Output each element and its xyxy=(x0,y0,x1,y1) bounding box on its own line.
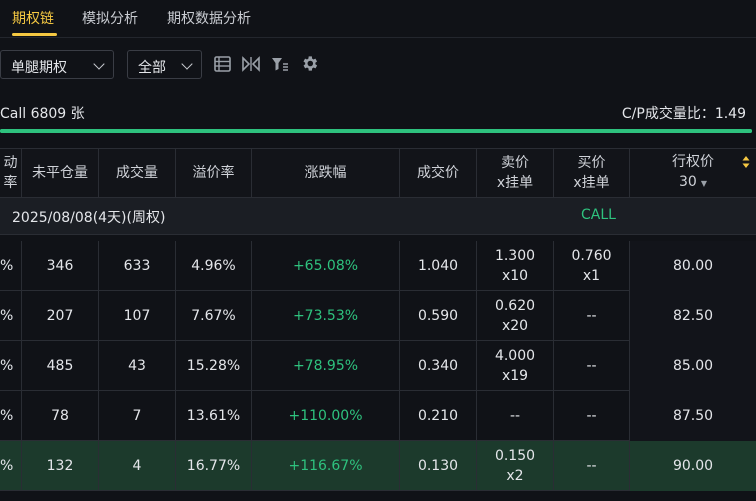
cell-change: +116.67% xyxy=(252,441,400,491)
table-row[interactable]: % 346 633 4.96% +65.08% 1.040 1.300 x10 0.760 x… xyxy=(0,241,756,291)
cell-premium: 7.67% xyxy=(176,291,252,341)
cell-volume: 633 xyxy=(99,241,176,291)
cell-bid: -- xyxy=(554,441,630,491)
tab-option-data-analysis[interactable]: 期权数据分析 xyxy=(167,8,251,28)
call-put-ratio-bar xyxy=(0,129,752,133)
cell-last-price: 0.340 xyxy=(400,341,477,391)
expiry-group-row[interactable]: 2025/08/08(4天)(周权) CALL xyxy=(0,198,756,235)
caret-down-icon: ▼ xyxy=(700,179,707,188)
cell-change: +73.53% xyxy=(252,291,400,341)
cell-premium: 15.28% xyxy=(176,341,252,391)
cell-ask: 4.000 x19 xyxy=(477,341,554,391)
cell-volume: 43 xyxy=(99,341,176,391)
cell-iv: % xyxy=(0,341,22,391)
col-header-bid[interactable]: 买价 x挂单 xyxy=(554,149,630,197)
col-header-open-interest[interactable]: 未平仓量 xyxy=(22,149,99,197)
cell-bid: -- xyxy=(554,341,630,391)
mirror-layout-icon[interactable] xyxy=(242,56,260,76)
call-ratio-fill xyxy=(0,129,752,133)
call-side-label: CALL xyxy=(581,207,616,223)
gear-icon[interactable] xyxy=(300,54,319,77)
cell-open-interest: 78 xyxy=(22,391,99,441)
table-row[interactable]: % 132 4 16.77% +116.67% 0.130 0.150 x2 -- 90.00 xyxy=(0,441,756,491)
cell-change: +110.00% xyxy=(252,391,400,441)
table-header: 动率 未平仓量 成交量 溢价率 涨跌幅 成交价 卖价 x挂单 买价 x挂单 行权… xyxy=(0,148,756,198)
active-tab-indicator xyxy=(12,33,57,36)
cell-ask: 0.620 x20 xyxy=(477,291,554,341)
cell-bid: -- xyxy=(554,291,630,341)
option-table-body: % 346 633 4.96% +65.08% 1.040 1.300 x10 0.760 x… xyxy=(0,235,756,501)
cell-iv: % xyxy=(0,291,22,341)
cell-bid: 0.760 x1 xyxy=(554,241,630,291)
cell-bid: -- xyxy=(554,391,630,441)
col-header-c0[interactable]: 动率 xyxy=(0,149,22,197)
cell-strike: 80.00 xyxy=(630,241,756,291)
cell-volume: 107 xyxy=(99,291,176,341)
col-header-change[interactable]: 涨跌幅 xyxy=(252,149,400,197)
cell-iv: % xyxy=(0,391,22,441)
filter-select[interactable]: 全部 xyxy=(127,50,202,79)
cell-strike: 90.00 xyxy=(630,441,756,491)
cell-ask: 0.150 x2 xyxy=(477,441,554,491)
table-row[interactable]: % 78 7 13.61% +110.00% 0.210 -- -- 87.50 xyxy=(0,391,756,441)
volume-summary: Call 6809 张 C/P成交量比：1.49 xyxy=(0,100,756,124)
col-header-volume[interactable]: 成交量 xyxy=(99,149,176,197)
cell-strike: 82.50 xyxy=(630,291,756,341)
cell-strike: 87.50 xyxy=(630,391,756,441)
list-view-icon[interactable] xyxy=(214,56,231,76)
filter-icon[interactable] xyxy=(271,56,289,76)
cell-volume: 7 xyxy=(99,391,176,441)
cell-last-price: 0.130 xyxy=(400,441,477,491)
tab-bar: 期权链 模拟分析 期权数据分析 xyxy=(0,0,756,38)
option-type-value: 单腿期权 xyxy=(11,60,67,76)
option-type-select[interactable]: 单腿期权 xyxy=(0,50,114,79)
cell-open-interest: 485 xyxy=(22,341,99,391)
col-header-last-price[interactable]: 成交价 xyxy=(400,149,477,197)
sort-icon[interactable] xyxy=(742,155,750,175)
strike-header-label: 行权价 xyxy=(672,154,714,170)
cell-iv: % xyxy=(0,441,22,491)
table-row[interactable]: % 485 43 15.28% +78.95% 0.340 4.000 x19 -- 85.00 xyxy=(0,341,756,391)
cell-open-interest: 346 xyxy=(22,241,99,291)
cell-ask: -- xyxy=(477,391,554,441)
col-header-ask[interactable]: 卖价 x挂单 xyxy=(477,149,554,197)
cell-ask: 1.300 x10 xyxy=(477,241,554,291)
cp-volume-ratio: C/P成交量比：1.49 xyxy=(621,106,746,122)
tab-option-chain[interactable]: 期权链 xyxy=(12,8,54,28)
cell-last-price: 1.040 xyxy=(400,241,477,291)
chevron-down-icon xyxy=(93,58,105,70)
tab-simulation[interactable]: 模拟分析 xyxy=(82,8,138,28)
cell-strike: 85.00 xyxy=(630,341,756,391)
filter-value: 全部 xyxy=(138,60,166,76)
cell-open-interest: 207 xyxy=(22,291,99,341)
cell-change: +65.08% xyxy=(252,241,400,291)
cell-premium: 4.96% xyxy=(176,241,252,291)
cell-iv: % xyxy=(0,241,22,291)
strike-count-select[interactable]: 30 ▼ xyxy=(679,172,707,194)
call-volume-count: Call 6809 张 xyxy=(0,106,85,122)
cell-volume: 4 xyxy=(99,441,176,491)
col-header-strike[interactable]: 行权价 30 ▼ xyxy=(630,149,756,197)
cell-last-price: 0.210 xyxy=(400,391,477,441)
expiry-date: 2025/08/08(4天)(周权) xyxy=(12,210,166,226)
cell-open-interest: 132 xyxy=(22,441,99,491)
col-header-premium[interactable]: 溢价率 xyxy=(176,149,252,197)
chevron-down-icon xyxy=(181,58,193,70)
cell-last-price: 0.590 xyxy=(400,291,477,341)
cell-premium: 16.77% xyxy=(176,441,252,491)
toolbar: 单腿期权 全部 xyxy=(0,48,756,80)
cell-change: +78.95% xyxy=(252,341,400,391)
cell-premium: 13.61% xyxy=(176,391,252,441)
table-row[interactable]: % 207 107 7.67% +73.53% 0.590 0.620 x20 -- 82.50 xyxy=(0,291,756,341)
